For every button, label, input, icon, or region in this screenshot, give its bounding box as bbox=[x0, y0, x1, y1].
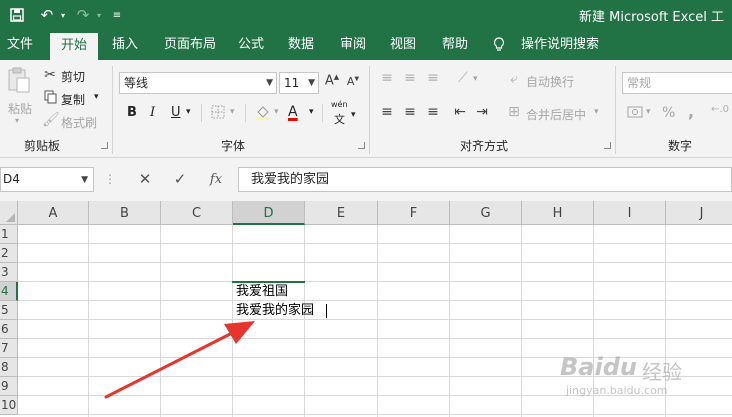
arrow-shaft bbox=[104, 328, 240, 399]
arrow-head bbox=[224, 321, 255, 344]
annotation-arrow bbox=[104, 321, 255, 399]
